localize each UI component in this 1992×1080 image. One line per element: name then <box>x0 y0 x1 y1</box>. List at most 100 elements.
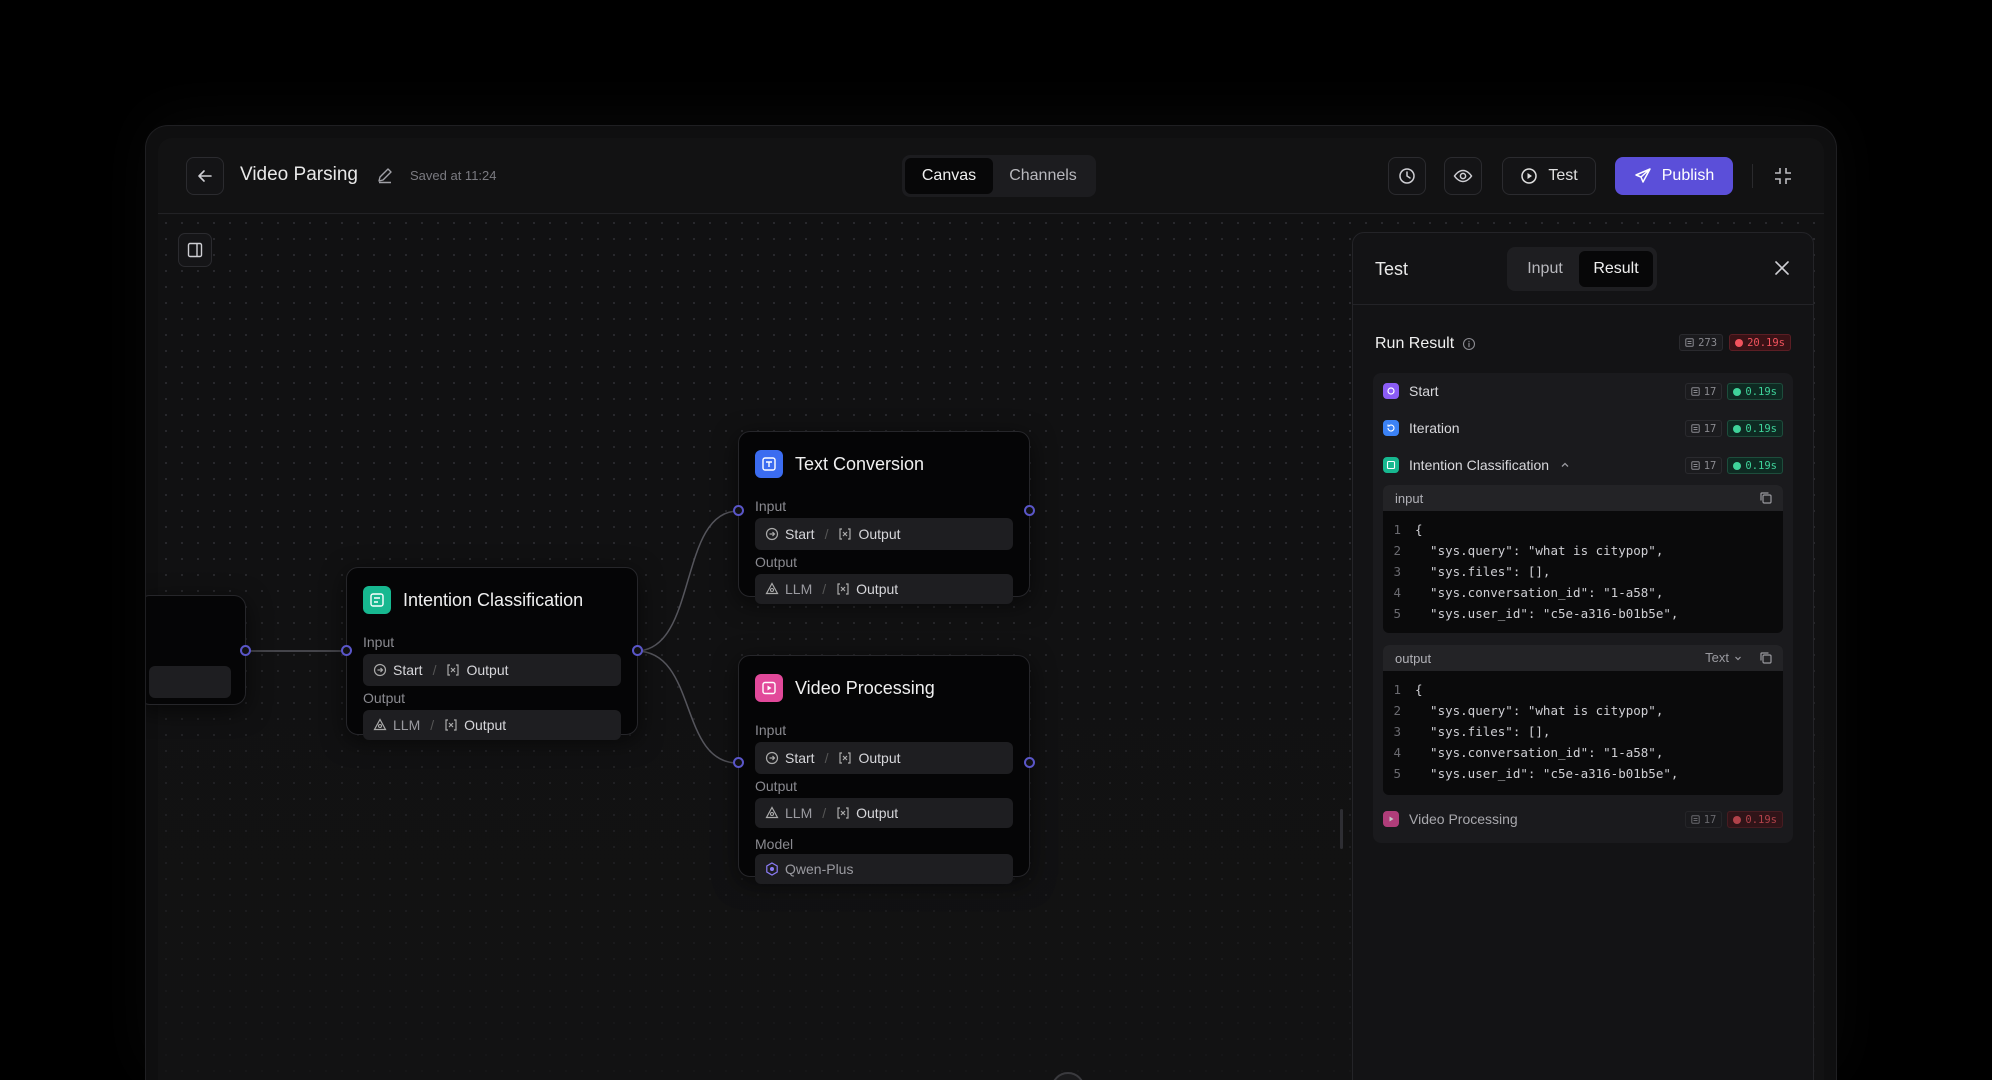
input-variable: Output <box>858 526 901 542</box>
llm-icon <box>765 582 779 595</box>
code-line: 2 "sys.query": "what is citypop", <box>1393 543 1664 558</box>
step-start[interactable]: Start 17 0.19s <box>1373 373 1793 409</box>
node-video-processing[interactable]: Video Processing Input Start / Output Ou… <box>738 655 1030 884</box>
test-panel-title: Test <box>1375 259 1409 279</box>
text-conversion-input-port[interactable] <box>733 505 744 516</box>
chevron-up-icon[interactable] <box>1559 459 1571 471</box>
output-source: LLM <box>785 581 813 597</box>
code-line: 2 "sys.query": "what is citypop", <box>1393 703 1664 718</box>
code-line: 3 "sys.files": [], <box>1393 564 1551 579</box>
output-row[interactable]: LLM / Output <box>755 798 1013 828</box>
success-dot-icon <box>1733 424 1742 433</box>
code-line: 5 "sys.user_id": "c5e-a316-b01b5e", <box>1393 606 1679 621</box>
edit-title-button[interactable] <box>376 166 394 189</box>
path-separator: / <box>824 750 829 766</box>
step-time: 0.19s <box>1745 459 1777 472</box>
step-iteration[interactable]: Iteration 17 0.19s <box>1373 410 1793 446</box>
close-panel-button[interactable] <box>1771 257 1793 284</box>
start-node-row <box>149 666 231 698</box>
video-processing-output-port[interactable] <box>1024 757 1035 768</box>
path-separator: / <box>430 717 435 733</box>
step-time-badge: 0.19s <box>1727 457 1783 474</box>
node-text-conversion[interactable]: Text Conversion Input Start / Output Out… <box>738 431 1030 604</box>
output-row[interactable]: LLM / Output <box>363 710 621 740</box>
token-icon <box>1691 815 1700 824</box>
test-button[interactable]: Test <box>1502 157 1596 195</box>
publish-button[interactable]: Publish <box>1615 157 1733 195</box>
variable-icon <box>837 583 849 595</box>
copy-icon <box>1760 652 1772 664</box>
path-separator: / <box>432 662 437 678</box>
video-icon <box>755 674 783 702</box>
text-conversion-output-port[interactable] <box>1024 505 1035 516</box>
step-tokens: 17 <box>1703 422 1717 435</box>
input-row[interactable]: Start / Output <box>363 654 621 686</box>
tab-channels[interactable]: Channels <box>993 158 1093 194</box>
code-block-label: input <box>1395 490 1424 506</box>
preview-button[interactable] <box>1444 157 1482 195</box>
model-value: Qwen-Plus <box>785 861 854 877</box>
step-tokens-badge: 17 <box>1684 811 1723 828</box>
variable-icon <box>839 752 852 764</box>
output-source: LLM <box>393 717 421 733</box>
token-icon <box>1685 338 1694 347</box>
error-dot-icon <box>1733 815 1742 824</box>
node-header: Text Conversion <box>755 450 924 478</box>
run-result-heading: Run Result <box>1375 335 1476 353</box>
step-badges: 17 0.19s <box>1684 420 1783 437</box>
llm-icon <box>765 806 779 819</box>
intention-output-port[interactable] <box>632 645 643 656</box>
history-button[interactable] <box>1388 157 1426 195</box>
play-circle-icon <box>1521 168 1538 184</box>
step-time: 0.19s <box>1745 422 1777 435</box>
output-row[interactable]: LLM / Output <box>755 574 1013 604</box>
start-icon <box>373 663 387 677</box>
input-code-block: input 1{ 2 "sys.query": "what is citypop… <box>1383 485 1783 633</box>
input-row[interactable]: Start / Output <box>755 742 1013 774</box>
info-icon[interactable] <box>1462 337 1476 351</box>
success-dot-icon <box>1733 387 1742 396</box>
code-body[interactable]: 1{ 2 "sys.query": "what is citypop", 3 "… <box>1383 511 1783 630</box>
resize-handle[interactable] <box>1340 809 1343 849</box>
output-label: Output <box>363 690 406 706</box>
input-row[interactable]: Start / Output <box>755 518 1013 550</box>
model-row[interactable]: Qwen-Plus <box>755 854 1013 884</box>
code-block-header: output Text <box>1383 645 1783 671</box>
path-separator: / <box>822 805 827 821</box>
copy-button[interactable] <box>1759 651 1773 668</box>
output-label: Output <box>755 554 798 570</box>
eye-icon <box>1453 169 1473 183</box>
format-select[interactable]: Text <box>1705 650 1743 665</box>
step-video-processing[interactable]: Video Processing 17 0.19s <box>1373 801 1793 837</box>
step-intention-classification[interactable]: Intention Classification 17 0.19s <box>1373 447 1793 483</box>
copy-button[interactable] <box>1759 491 1773 508</box>
intention-input-port[interactable] <box>341 645 352 656</box>
workflow-canvas[interactable]: Intention Classification Input Start / O… <box>146 215 1824 1080</box>
minimize-icon <box>1775 168 1791 184</box>
start-output-port[interactable] <box>240 645 251 656</box>
tab-canvas[interactable]: Canvas <box>905 158 993 194</box>
total-time-badge: 20.19s <box>1729 334 1791 351</box>
close-icon <box>1775 261 1789 275</box>
tab-result[interactable]: Result <box>1579 251 1653 287</box>
total-tokens: 273 <box>1698 336 1718 349</box>
exit-fullscreen-button[interactable] <box>1772 165 1794 192</box>
step-badges: 17 0.19s <box>1684 383 1783 400</box>
input-label: Input <box>755 498 787 514</box>
code-body[interactable]: 1{ 2 "sys.query": "what is citypop", 3 "… <box>1383 671 1783 790</box>
top-bar: Video Parsing Saved at 11:24 Canvas Chan… <box>158 138 1824 214</box>
node-intention-classification[interactable]: Intention Classification Input Start / O… <box>346 567 638 740</box>
back-button[interactable] <box>186 157 224 195</box>
arrow-left-icon <box>198 170 212 182</box>
start-node[interactable] <box>146 595 246 705</box>
video-processing-input-port[interactable] <box>733 757 744 768</box>
step-tokens-badge: 17 <box>1684 383 1723 400</box>
output-variable: Output <box>856 805 899 821</box>
edge-intention-text <box>635 510 739 652</box>
run-result-label: Run Result <box>1375 335 1455 352</box>
step-tokens-badge: 17 <box>1684 457 1723 474</box>
tab-input[interactable]: Input <box>1511 251 1579 287</box>
code-line: 1{ <box>1393 522 1423 537</box>
node-title: Intention Classification <box>403 589 584 610</box>
classifier-icon <box>363 586 391 614</box>
